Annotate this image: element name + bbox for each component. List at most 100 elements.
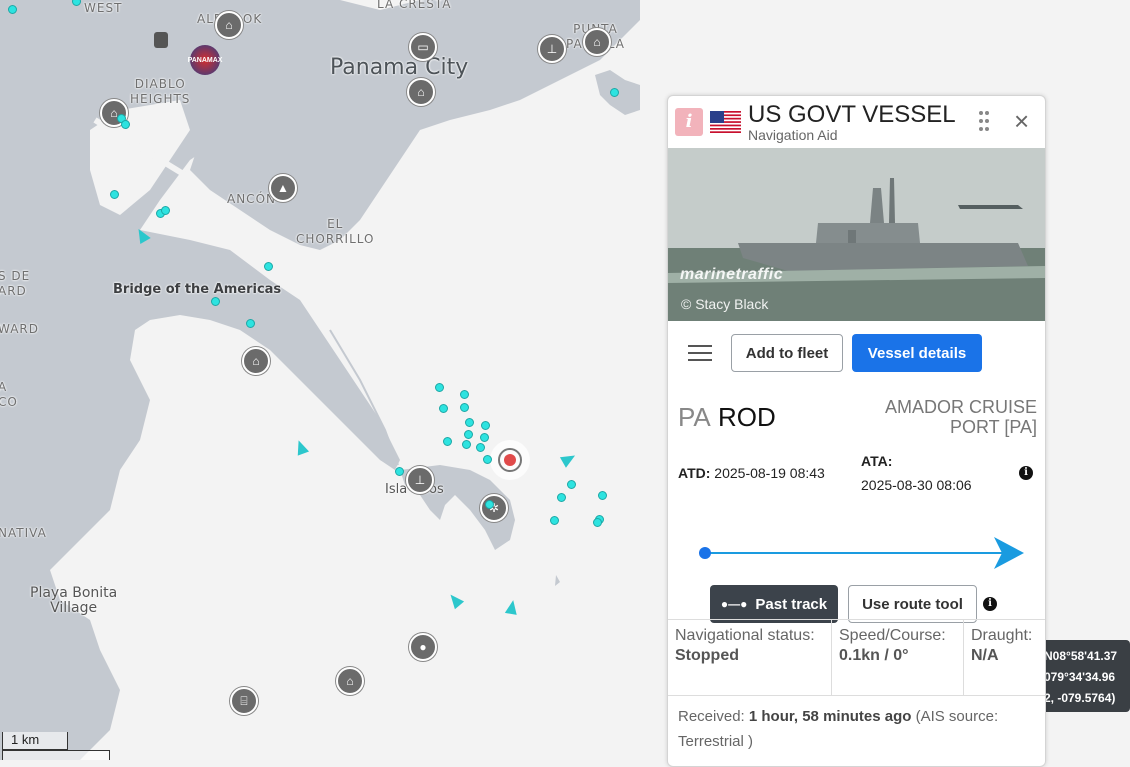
received-value: 1 hour, 58 minutes ago [748,708,912,725]
photo-watermark: marinetraffic [680,266,784,283]
past-track-label: Past track [755,595,828,613]
vessel-marker[interactable] [110,190,119,199]
vessel-marker[interactable] [264,262,273,271]
add-to-fleet-button[interactable]: Add to fleet [731,334,843,372]
vessel-marker[interactable] [464,430,473,439]
route-progress: ●—● Past track Use route tool i [668,537,1045,630]
draught-cell: Draught: N/A [964,620,1045,695]
panel-header: i US GOVT VESSEL Navigation Aid × [668,96,1045,148]
panamax-label: PANAMAX [187,56,223,64]
route-progress-bar [699,537,1024,569]
departure-point [699,547,711,559]
map-scale: 1 km [2,732,68,750]
vessel-marker[interactable] [460,390,469,399]
vessel-marker[interactable] [481,421,490,430]
vessel-name: US GOVT VESSEL [748,101,956,128]
received-info: Received: 1 hour, 58 minutes ago (AIS so… [678,704,1038,754]
nav-status-cell: Navigational status: Stopped [668,620,832,695]
shopping-basket-icon[interactable]: ⌂ [583,28,611,56]
close-icon[interactable]: × [1014,108,1029,134]
vessel-marker[interactable] [485,500,494,509]
vessel-details-button[interactable]: Vessel details [852,334,982,372]
nav-status-label: Navigational status: [675,627,815,644]
train-icon[interactable] [154,32,168,48]
vessel-type: Navigation Aid [748,127,838,143]
nav-status-value: Stopped [675,647,739,664]
museum-icon[interactable]: ⌸ [230,687,258,715]
crane-icon[interactable]: ⊥ [538,35,566,63]
route-tool-info-icon[interactable]: i [983,597,997,611]
vessel-marker[interactable] [439,404,448,413]
shopping-basket-icon[interactable]: ⌂ [407,78,435,106]
shopping-basket-icon[interactable]: ⌂ [215,11,243,39]
hamburger-menu-icon[interactable] [688,345,712,361]
gear-icon[interactable]: ✲ [480,494,508,522]
vessel-marker[interactable] [161,206,170,215]
vessel-marker[interactable] [557,493,566,502]
vessel-marker[interactable] [211,297,220,306]
vessel-marker[interactable] [480,433,489,442]
vessel-marker[interactable] [593,518,602,527]
past-track-icon: ●—● [720,597,748,611]
map-label-left-a-co: A CO [0,380,18,409]
atd-label: ATD: [678,465,711,481]
panamax-logo[interactable]: PANAMAX [187,45,223,75]
vessel-marker[interactable] [395,467,404,476]
map-label-playa-bonita: Playa Bonita Village [30,585,118,616]
map-label-left-ward: WARD [0,322,39,336]
draught-value: N/A [971,647,999,664]
atd-row: ATD: 2025-08-19 08:43 [678,465,825,481]
speed-course-label: Speed/Course: [839,627,946,644]
drag-handle-icon[interactable] [978,110,990,132]
vessel-marker[interactable] [246,319,255,328]
draught-label: Draught: [971,627,1033,644]
vessel-marker[interactable] [476,443,485,452]
vessel-marker[interactable] [567,480,576,489]
vessel-marker[interactable] [462,440,471,449]
vessel-marker[interactable] [460,403,469,412]
past-track-button[interactable]: ●—● Past track [710,585,838,623]
ship-icon[interactable]: ▲ [269,174,297,202]
us-flag-icon [710,111,741,133]
info-badge-icon[interactable]: i [675,108,703,136]
vessel-marker[interactable] [435,383,444,392]
shopping-basket-icon[interactable]: ⌂ [336,667,364,695]
coordinates-decimal: 2, -079.5764) [1044,691,1116,705]
voyage-section: PA ROD AMADOR CRUISE PORT [PA] ATD: 2025… [668,385,1045,545]
vessel-marker[interactable] [8,5,17,14]
vessel-marker[interactable] [121,120,130,129]
vessel-stats: Navigational status: Stopped Speed/Cours… [668,619,1045,696]
coordinates-readout: N08°58'41.37 079°34'34.96 2, -079.5764) [1040,640,1130,712]
person-icon[interactable]: ● [409,633,437,661]
map-label-ancon: ANCÓN [227,192,276,206]
vessel-marker[interactable] [550,516,559,525]
map-label-nativa: NATIVA [0,526,47,540]
crane-icon[interactable]: ⊥ [406,466,434,494]
vessel-marker[interactable] [465,418,474,427]
info-icon[interactable]: i [1019,466,1033,480]
departure-port: ROD [718,402,776,432]
vessel-info-panel: i US GOVT VESSEL Navigation Aid × marine… [667,95,1046,767]
map-label-diablo-heights: DIABLO HEIGHTS [130,77,191,106]
coordinates-lat: N08°58'41.37 [1044,649,1118,663]
destination-port[interactable]: AMADOR CRUISE PORT [PA] [867,397,1037,437]
truck-icon[interactable]: ▭ [409,33,437,61]
vessel-marker[interactable] [598,491,607,500]
map-scale-secondary [2,750,110,760]
vessel-marker[interactable] [483,455,492,464]
selected-vessel-marker[interactable] [490,440,530,480]
shopping-basket-icon[interactable]: ⌂ [242,347,270,375]
use-route-tool-button[interactable]: Use route tool [848,585,977,623]
map-label-west: WEST [84,1,123,15]
vessel-photo[interactable]: marinetraffic © Stacy Black [668,148,1045,321]
vessel-marker[interactable] [443,437,452,446]
map-label-el-chorrillo: EL CHORRILLO [296,217,375,246]
map-label-left-de: S DE ARD [0,269,31,298]
atd-value: 2025-08-19 08:43 [714,465,825,481]
map-label-bridge: Bridge of the Americas [113,282,282,297]
action-row: Add to fleet Vessel details [668,321,1045,385]
coordinates-lon: 079°34'34.96 [1044,670,1116,684]
speed-course-value: 0.1kn / 0° [839,647,909,664]
moving-vessel-icon[interactable] [504,599,520,615]
vessel-marker[interactable] [610,88,619,97]
